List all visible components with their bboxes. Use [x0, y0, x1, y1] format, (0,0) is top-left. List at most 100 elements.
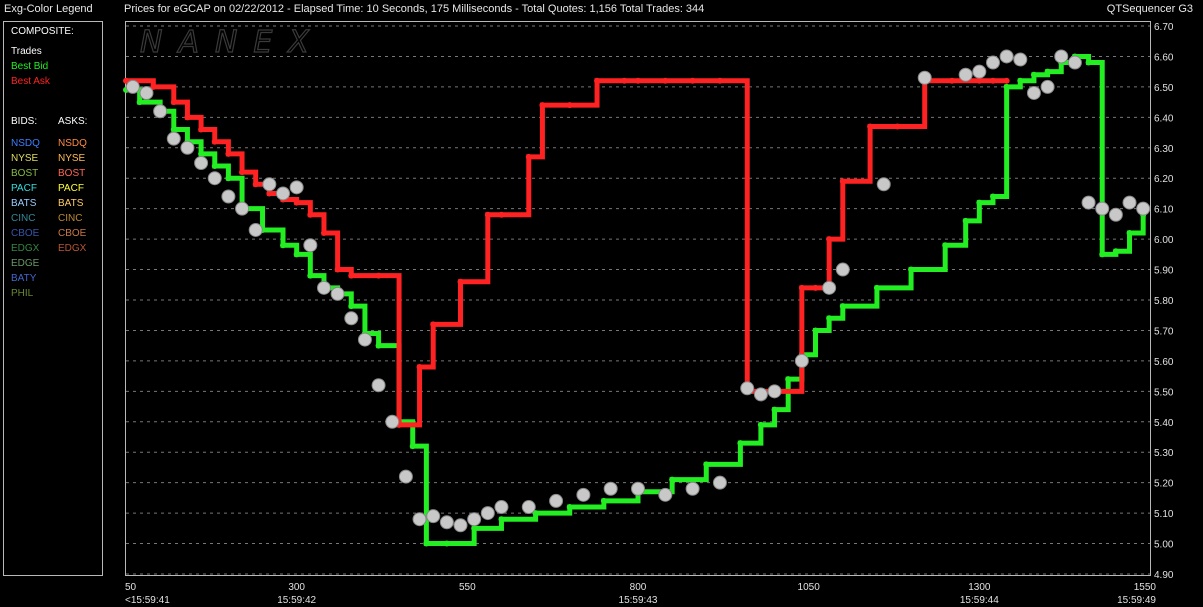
- best-bid-point: [908, 266, 915, 273]
- trade-point: [289, 180, 304, 195]
- best-bid-point: [1017, 77, 1024, 84]
- best-ask-point: [348, 272, 355, 279]
- best-bid-point: [873, 284, 880, 291]
- best-ask-point: [307, 211, 314, 218]
- y-tick-label: 5.90: [1154, 266, 1174, 277]
- best-ask-point: [566, 102, 573, 109]
- best-bid-point: [757, 421, 764, 428]
- trade-point: [207, 171, 222, 186]
- trade-point: [180, 140, 195, 155]
- best-ask-point: [498, 211, 505, 218]
- trade-point: [917, 70, 932, 85]
- trade-point: [999, 49, 1014, 64]
- watermark: NANEX: [140, 25, 325, 60]
- best-ask-point: [170, 99, 177, 106]
- y-tick-label: 6.20: [1154, 174, 1174, 185]
- trade-point: [235, 201, 250, 216]
- best-ask-point: [539, 102, 546, 109]
- best-bid-point: [198, 150, 205, 157]
- best-ask-point: [416, 363, 423, 370]
- trade-point: [221, 189, 236, 204]
- best-ask-point: [252, 181, 259, 188]
- best-bid-point: [136, 99, 143, 106]
- trade-point: [658, 487, 673, 502]
- trade-point: [1108, 207, 1123, 222]
- best-bid-point: [839, 303, 846, 310]
- best-bid-point: [826, 315, 833, 322]
- best-bid-point: [170, 126, 177, 133]
- trade-point: [822, 280, 837, 295]
- best-bid-point: [409, 443, 416, 450]
- best-ask-point: [239, 169, 246, 176]
- best-bid-point: [785, 376, 792, 383]
- best-ask-point: [293, 199, 300, 206]
- trade-point: [549, 493, 564, 508]
- best-bid-point: [1030, 71, 1037, 78]
- best-ask-point: [812, 284, 819, 291]
- trade-point: [371, 378, 386, 393]
- x-tick-label: 300: [288, 582, 305, 593]
- best-bid-point: [989, 193, 996, 200]
- trade-point: [426, 509, 441, 524]
- y-tick-label: 5.70: [1154, 326, 1174, 337]
- best-ask-point: [430, 321, 437, 328]
- x-tick-label: 800: [630, 582, 647, 593]
- best-bid-point: [600, 497, 607, 504]
- best-bid-point: [566, 504, 573, 511]
- y-tick-label: 6.10: [1154, 205, 1174, 216]
- best-ask-point: [1003, 77, 1010, 84]
- x-tick-label: 1050: [798, 582, 821, 593]
- trade-point: [794, 353, 809, 368]
- trade-point: [125, 79, 140, 94]
- best-bid-point: [976, 199, 983, 206]
- best-bid-point: [942, 242, 949, 249]
- trade-point: [1026, 85, 1041, 100]
- trade-point: [385, 414, 400, 429]
- best-ask-point: [826, 236, 833, 243]
- best-bid-point: [1112, 248, 1119, 255]
- x-time-label: 15:59:49: [1117, 595, 1156, 606]
- x-time-label: <15:59:41: [125, 595, 170, 606]
- x-time-label: 15:59:42: [277, 595, 316, 606]
- trade-point: [631, 481, 645, 496]
- best-bid-point: [293, 251, 300, 258]
- y-tick-label: 5.00: [1154, 540, 1174, 551]
- best-bid-point: [1126, 230, 1133, 237]
- best-ask-point: [525, 153, 532, 160]
- trade-point: [316, 280, 331, 295]
- trade-point: [194, 156, 209, 170]
- trade-point: [1054, 49, 1069, 64]
- x-time-label: 15:59:43: [619, 595, 658, 606]
- best-bid-point: [1099, 251, 1106, 258]
- trade-point: [494, 500, 509, 515]
- trade-point: [521, 500, 536, 515]
- best-ask-point: [949, 77, 956, 84]
- trade-point: [139, 85, 154, 100]
- x-time-label: 15:59:44: [960, 595, 999, 606]
- trade-point: [958, 67, 973, 82]
- y-tick-label: 6.60: [1154, 52, 1174, 63]
- best-ask-point: [989, 77, 996, 84]
- best-ask-point: [334, 266, 341, 273]
- best-bid-point: [1003, 83, 1010, 90]
- trade-point: [712, 475, 727, 490]
- trade-point: [740, 381, 755, 396]
- best-bid-point: [812, 327, 819, 334]
- best-ask-line: [123, 78, 1010, 428]
- trade-point: [153, 104, 168, 119]
- best-bid-point: [375, 342, 382, 349]
- best-ask-point: [689, 77, 696, 84]
- trade-point: [1081, 195, 1096, 210]
- best-ask-point: [198, 126, 205, 133]
- y-tick-label: 6.50: [1154, 83, 1174, 94]
- trade-point: [303, 238, 318, 253]
- x-tick-label: 1300: [968, 582, 991, 593]
- y-tick-label: 6.30: [1154, 144, 1174, 155]
- best-ask-point: [594, 77, 601, 84]
- trade-point: [576, 487, 591, 502]
- x-tick-label: 50: [125, 582, 137, 593]
- best-bid-point: [737, 440, 744, 447]
- trade-point: [453, 518, 468, 533]
- trade-point: [480, 506, 495, 521]
- best-ask-point: [839, 178, 846, 185]
